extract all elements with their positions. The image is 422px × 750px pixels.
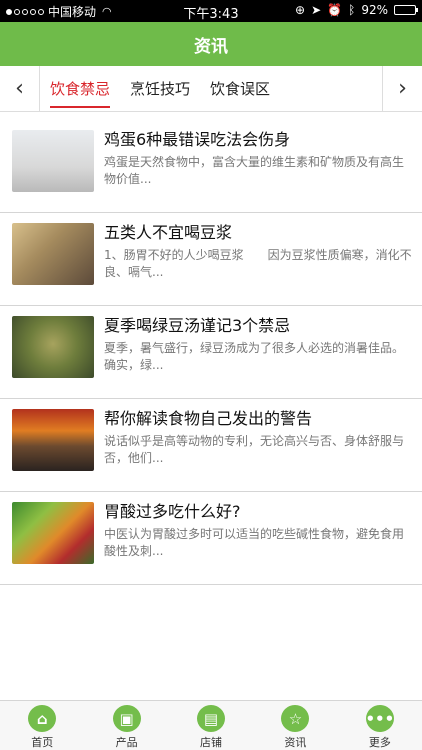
nav-label: 资讯 xyxy=(284,736,307,749)
battery-icon xyxy=(394,5,418,15)
list-item[interactable]: 帮你解读食物自己发出的警告 说话似乎是高等动物的专利，无论高兴与否、身体舒服与否… xyxy=(0,399,422,492)
tab-cooking-tips[interactable]: 烹饪技巧 xyxy=(122,66,198,112)
category-tabs: ‹ 饮食禁忌 烹饪技巧 饮食误区 › xyxy=(0,65,422,112)
nav-label: 店铺 xyxy=(200,736,223,749)
location-icon: ➤ xyxy=(311,3,322,17)
mung-bean-soup-image xyxy=(12,316,94,378)
nav-products[interactable]: ▣ 产品 xyxy=(84,701,168,750)
battery-percent: 92% xyxy=(361,3,388,17)
soy-milk-image xyxy=(12,223,94,285)
tabs-prev-button[interactable]: ‹ xyxy=(0,65,40,112)
chevron-left-icon: ‹ xyxy=(15,76,24,101)
article-title: 鸡蛋6种最错误吃法会伤身 xyxy=(104,130,291,149)
article-title: 夏季喝绿豆汤谨记3个禁忌 xyxy=(104,316,291,335)
article-summary: 鸡蛋是天然食物中，富含大量的维生素和矿物质及有高生物价值... xyxy=(104,155,405,186)
article-summary: 说话似乎是高等动物的专利，无论高兴与否、身体舒服与否，他们... xyxy=(104,434,405,465)
nav-store[interactable]: ▤ 店铺 xyxy=(169,701,253,750)
article-list: 鸡蛋6种最错误吃法会伤身 鸡蛋是天然食物中，富含大量的维生素和矿物质及有高生物价… xyxy=(0,120,422,585)
list-item[interactable]: 胃酸过多吃什么好? 中医认为胃酸过多时可以适当的吃些碱性食物，避免食用酸性及刺.… xyxy=(0,492,422,585)
article-summary: 夏季，暑气盛行，绿豆汤成为了很多人必选的消暑佳品。确实，绿... xyxy=(104,341,405,372)
article-title: 帮你解读食物自己发出的警告 xyxy=(104,409,313,428)
store-icon: ▤ xyxy=(197,705,226,732)
tab-diet-myths[interactable]: 饮食误区 xyxy=(202,66,278,112)
status-right: ⊕ ➤ ⏰ ᛒ 92% xyxy=(295,3,418,17)
status-bar: 中国移动 ◠ 下午3:43 ⊕ ➤ ⏰ ᛒ 92% xyxy=(0,0,422,22)
egg-image xyxy=(12,130,94,192)
chevron-right-icon: › xyxy=(398,76,407,101)
list-item[interactable]: 鸡蛋6种最错误吃法会伤身 鸡蛋是天然食物中，富含大量的维生素和矿物质及有高生物价… xyxy=(0,120,422,213)
nav-label: 更多 xyxy=(368,736,391,749)
nav-home[interactable]: ⌂ 首页 xyxy=(0,701,84,750)
home-icon: ⌂ xyxy=(28,705,57,732)
rotation-lock-icon: ⊕ xyxy=(295,3,306,17)
news-star-icon: ☆ xyxy=(281,705,310,732)
grilled-food-image xyxy=(12,409,94,471)
app-header: 资讯 xyxy=(0,22,422,66)
article-summary: 1、肠胃不好的人少喝豆浆 因为豆浆性质偏寒，消化不良、嗝气... xyxy=(104,248,412,279)
article-title: 胃酸过多吃什么好? xyxy=(104,502,241,521)
tabs-next-button[interactable]: › xyxy=(382,65,422,112)
bluetooth-icon: ᛒ xyxy=(348,3,356,17)
nav-label: 产品 xyxy=(115,736,138,749)
bottom-nav: ⌂ 首页 ▣ 产品 ▤ 店铺 ☆ 资讯 ••• 更多 xyxy=(0,700,422,750)
nav-more[interactable]: ••• 更多 xyxy=(338,701,422,750)
list-item[interactable]: 五类人不宜喝豆浆 1、肠胃不好的人少喝豆浆 因为豆浆性质偏寒，消化不良、嗝气..… xyxy=(0,213,422,306)
page-title: 资讯 xyxy=(194,36,228,57)
list-item[interactable]: 夏季喝绿豆汤谨记3个禁忌 夏季，暑气盛行，绿豆汤成为了很多人必选的消暑佳品。确实… xyxy=(0,306,422,399)
nav-news[interactable]: ☆ 资讯 xyxy=(253,701,337,750)
product-box-icon: ▣ xyxy=(112,705,141,732)
more-dots-icon: ••• xyxy=(365,705,394,732)
tab-diet-taboos[interactable]: 饮食禁忌 xyxy=(42,66,118,112)
nav-label: 首页 xyxy=(31,736,54,749)
article-title: 五类人不宜喝豆浆 xyxy=(104,223,233,242)
alarm-icon: ⏰ xyxy=(327,3,343,17)
vegetables-image xyxy=(12,502,94,564)
article-summary: 中医认为胃酸过多时可以适当的吃些碱性食物，避免食用酸性及刺... xyxy=(104,527,405,558)
